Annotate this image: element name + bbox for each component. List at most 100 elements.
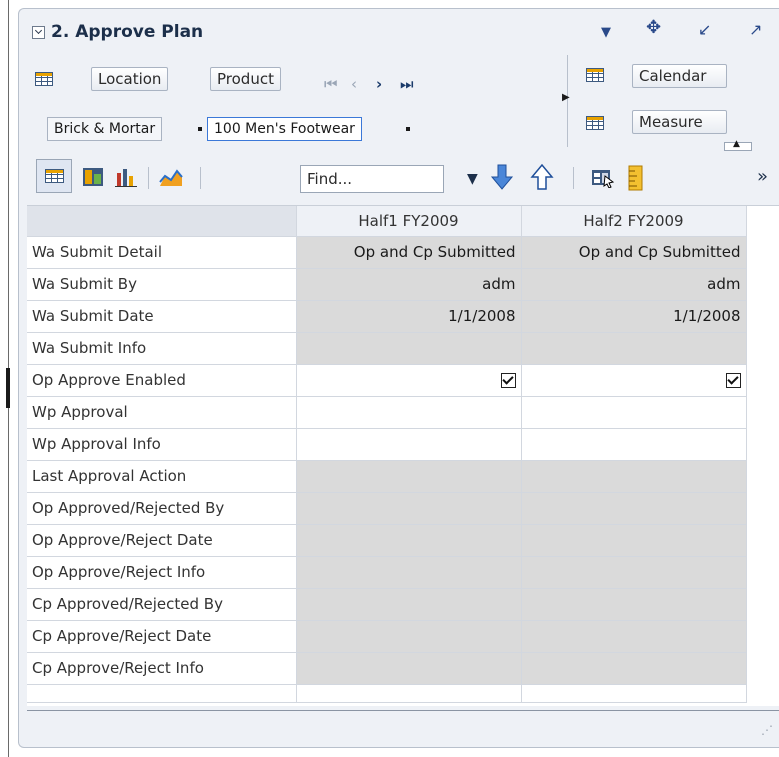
- grid-cell: [296, 492, 522, 525]
- table-row: Cp Approved/Rejected By: [27, 588, 747, 621]
- row-header: Op Approved/Rejected By: [27, 492, 297, 525]
- table-row: Wa Submit Detail Op and Cp Submitted Op an…: [27, 236, 747, 269]
- table-row: Wa Submit Info: [27, 332, 747, 365]
- chip-separator: [406, 127, 410, 131]
- grid-cell[interactable]: [521, 428, 747, 461]
- column-header[interactable]: Half2 FY2009: [521, 206, 747, 237]
- empty-cell: [27, 684, 297, 703]
- show-hide-icon[interactable]: [591, 168, 615, 188]
- row-header: Wa Submit By: [27, 268, 297, 301]
- row-header: Cp Approved/Rejected By: [27, 588, 297, 621]
- row-header: Wa Submit Date: [27, 300, 297, 333]
- previous-page-icon[interactable]: ‹: [351, 75, 357, 93]
- approve-checkbox[interactable]: [725, 373, 741, 388]
- corner-cell: [27, 206, 297, 237]
- grid-cell: [521, 652, 747, 685]
- product-filter-chip[interactable]: 100 Men's Footwear: [207, 117, 362, 141]
- grid-cell: [521, 588, 747, 621]
- empty-row: [27, 684, 747, 703]
- grid-cell: [521, 620, 747, 653]
- column-header-row: Half1 FY2009 Half2 FY2009: [27, 206, 747, 237]
- row-header: Last Approval Action: [27, 460, 297, 493]
- measure-dimension-button[interactable]: Measure: [632, 110, 727, 134]
- table-row: Cp Approve/Reject Info: [27, 652, 747, 685]
- grid-cell: [296, 460, 522, 493]
- grid-cell[interactable]: [296, 396, 522, 429]
- table-icon: [45, 169, 64, 183]
- grid-cell[interactable]: [296, 364, 522, 397]
- empty-cell: [521, 684, 747, 703]
- grid-cell[interactable]: [296, 428, 522, 461]
- table-row: Wp Approval Info: [27, 428, 747, 461]
- row-header: Wa Submit Info: [27, 332, 297, 365]
- minimize-icon[interactable]: ↙: [698, 21, 711, 39]
- table-row: Wp Approval: [27, 396, 747, 429]
- format-ruler-icon[interactable]: [628, 165, 644, 191]
- table-row: Wa Submit By adm adm: [27, 268, 747, 301]
- splitter-handle[interactable]: [6, 368, 10, 408]
- row-header: Op Approve/Reject Info: [27, 556, 297, 589]
- bar-chart-icon[interactable]: [115, 167, 137, 187]
- row-header: Cp Approve/Reject Date: [27, 620, 297, 653]
- first-page-icon[interactable]: ⏮: [324, 75, 338, 93]
- grid-table: Half1 FY2009 Half2 FY2009 Wa Submit Deta…: [27, 206, 747, 703]
- grid-cell: [521, 524, 747, 557]
- dropdown-menu-icon[interactable]: ▼: [601, 24, 611, 42]
- grid-cell: 1/1/2008: [296, 300, 522, 333]
- column-header[interactable]: Half1 FY2009: [296, 206, 522, 237]
- empty-cell: [296, 684, 522, 703]
- find-next-icon[interactable]: [490, 164, 514, 190]
- location-dimension-button[interactable]: Location: [91, 67, 169, 91]
- find-previous-icon[interactable]: [530, 164, 554, 190]
- table-row: Op Approve Enabled: [27, 364, 747, 397]
- grid-cell: [296, 620, 522, 653]
- calendar-dimension-button[interactable]: Calendar: [632, 64, 727, 88]
- measure-grid-icon: [586, 116, 604, 130]
- row-pivot-grid-icon: [35, 72, 53, 86]
- last-page-icon[interactable]: ⏭: [400, 75, 414, 93]
- row-header: Op Approve/Reject Date: [27, 524, 297, 557]
- table-view-button[interactable]: [36, 159, 72, 193]
- maximize-icon[interactable]: ↗: [749, 21, 762, 39]
- move-icon[interactable]: ✥: [646, 19, 661, 37]
- data-grid: Half1 FY2009 Half2 FY2009 Wa Submit Deta…: [27, 205, 779, 706]
- approve-checkbox[interactable]: [500, 373, 516, 388]
- location-filter-chip[interactable]: Brick & Mortar: [47, 117, 163, 141]
- up-arrow-icon: ▲: [733, 139, 740, 149]
- grid-cell[interactable]: [521, 396, 747, 429]
- collapse-pivot-button[interactable]: ▲: [724, 139, 752, 151]
- resize-grip-icon[interactable]: ⋰: [761, 723, 773, 737]
- product-dimension-button[interactable]: Product: [210, 67, 281, 91]
- approve-plan-panel: 2. Approve Plan ▼ ✥ ↙ ↗ Location Product…: [18, 8, 779, 748]
- grid-cell: [296, 588, 522, 621]
- table-row: Wa Submit Date 1/1/2008 1/1/2008: [27, 300, 747, 333]
- grid-cell: [521, 492, 747, 525]
- column-pivot-grid-icon: [586, 68, 604, 82]
- row-header: Wa Submit Detail: [27, 236, 297, 269]
- grid-cell: Op and Cp Submitted: [296, 236, 522, 269]
- toolbar-divider: [573, 167, 574, 189]
- overflow-chevron-icon[interactable]: »: [757, 166, 768, 187]
- expand-arrow-icon[interactable]: ▶: [562, 92, 570, 103]
- toolbar-divider: [148, 167, 149, 189]
- panel-header: 2. Approve Plan ▼ ✥ ↙ ↗: [19, 9, 779, 53]
- table-row: Last Approval Action: [27, 460, 747, 493]
- table-row: Cp Approve/Reject Date: [27, 620, 747, 653]
- find-input[interactable]: Find...: [300, 165, 444, 193]
- grid-cell: [296, 524, 522, 557]
- chart-table-icon[interactable]: [82, 167, 104, 187]
- table-row: Op Approve/Reject Date: [27, 524, 747, 557]
- grid-cell: [296, 556, 522, 589]
- grid-cell: [521, 556, 747, 589]
- grid-cell: adm: [521, 268, 747, 301]
- find-options-dropdown-icon[interactable]: ▼: [467, 171, 478, 187]
- next-page-icon[interactable]: ›: [376, 75, 382, 93]
- grid-bottom-border: [27, 710, 779, 711]
- row-header: Op Approve Enabled: [27, 364, 297, 397]
- area-chart-icon[interactable]: [159, 167, 183, 187]
- table-row: Op Approved/Rejected By: [27, 492, 747, 525]
- toolbar-divider: [200, 167, 201, 189]
- collapse-toggle-icon[interactable]: [32, 26, 45, 39]
- grid-cell[interactable]: [521, 364, 747, 397]
- row-header: Wp Approval Info: [27, 428, 297, 461]
